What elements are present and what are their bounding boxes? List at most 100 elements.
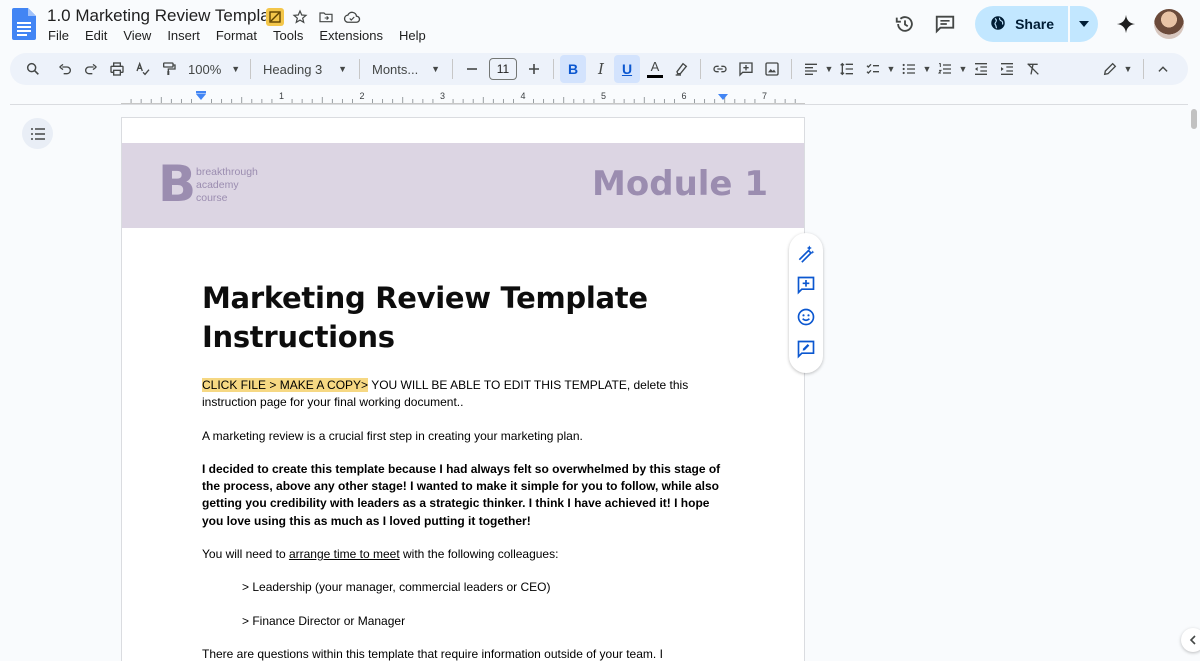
brand-logo: B [158, 155, 197, 213]
chevron-down-icon[interactable]: ▼ [922, 55, 932, 83]
add-comment-icon[interactable] [796, 275, 816, 300]
paragraph-text: with the following colleagues: [399, 547, 559, 562]
paint-format-icon[interactable] [156, 55, 182, 83]
first-line-indent-marker[interactable] [196, 91, 206, 94]
ruler-label: 1 [279, 91, 284, 101]
document-title[interactable]: 1.0 Marketing Review Template [47, 6, 284, 26]
heading-line: Marketing Review Template [202, 281, 648, 315]
brand-name: breakthrough academy course [196, 166, 258, 205]
share-dropdown-button[interactable] [1070, 6, 1098, 42]
paragraph-text: You will need to [202, 547, 289, 562]
move-folder-icon[interactable] [316, 7, 336, 27]
outline-list-icon [30, 127, 45, 140]
toolbar-divider [1143, 59, 1144, 79]
side-panel-toggle[interactable] [1181, 628, 1200, 652]
right-indent-marker[interactable] [718, 94, 728, 100]
globe-icon [989, 14, 1007, 35]
ruler-label: 3 [440, 91, 445, 101]
editing-mode-button[interactable]: ▼ [1097, 55, 1137, 83]
numbered-list-icon[interactable] [932, 55, 958, 83]
module-title: Module 1 [592, 164, 768, 204]
menu-insert[interactable]: Insert [159, 27, 208, 45]
zoom-select[interactable]: 100% ▼ [182, 62, 244, 77]
decrease-font-size-icon[interactable] [459, 55, 485, 83]
menu-bar: File Edit View Insert Format Tools Exten… [40, 27, 434, 45]
header-banner: B breakthrough academy course Module 1 [122, 143, 804, 228]
help-me-write-icon[interactable] [796, 243, 816, 268]
horizontal-ruler[interactable]: 1 2 3 4 5 6 7 [121, 90, 805, 104]
emoji-reaction-icon[interactable] [796, 307, 816, 332]
redo-icon[interactable] [78, 55, 104, 83]
highlight-color-icon[interactable] [668, 55, 694, 83]
account-avatar[interactable] [1154, 9, 1184, 39]
chevron-down-icon[interactable]: ▼ [824, 55, 834, 83]
font-family-value: Monts... [372, 61, 419, 77]
docs-logo-icon[interactable] [12, 8, 36, 40]
vertical-scrollbar[interactable] [1188, 105, 1200, 661]
text-color-label: A [650, 58, 660, 74]
decrease-indent-icon[interactable] [968, 55, 994, 83]
undo-icon[interactable] [52, 55, 78, 83]
comments-icon[interactable] [925, 6, 965, 42]
paragraph-intro: A marketing review is a crucial first st… [202, 428, 583, 443]
line-spacing-icon[interactable] [834, 55, 860, 83]
paragraph-style-select[interactable]: Heading 3 ▼ [257, 62, 353, 77]
list-item: > Finance Director or Manager [242, 613, 406, 628]
checklist-icon[interactable] [860, 55, 886, 83]
menu-format[interactable]: Format [208, 27, 265, 45]
history-icon[interactable] [885, 6, 925, 42]
scrollbar-thumb[interactable] [1191, 109, 1197, 129]
clear-formatting-icon[interactable] [1020, 55, 1046, 83]
insert-link-icon[interactable] [707, 55, 733, 83]
align-left-icon[interactable] [798, 55, 824, 83]
chevron-down-icon: ▼ [231, 64, 241, 74]
paragraph-colleagues: You will need to arrange time to meet wi… [202, 546, 722, 563]
print-icon[interactable] [104, 55, 130, 83]
increase-font-size-icon[interactable] [521, 55, 547, 83]
menu-extensions[interactable]: Extensions [311, 27, 391, 45]
share-button-group: Share [975, 6, 1098, 42]
paragraph-bold-note: I decided to create this template becaus… [202, 461, 721, 528]
menu-edit[interactable]: Edit [77, 27, 115, 45]
menu-file[interactable]: File [40, 27, 77, 45]
spellcheck-icon[interactable] [130, 55, 156, 83]
toolbar-divider [700, 59, 701, 79]
document-page[interactable]: B breakthrough academy course Module 1 M… [121, 117, 805, 661]
drive-badge-icon[interactable] [266, 8, 284, 26]
suggest-edits-icon[interactable] [796, 339, 816, 364]
left-indent-marker[interactable] [196, 94, 206, 100]
share-button[interactable]: Share [975, 6, 1068, 42]
insert-image-icon[interactable] [759, 55, 785, 83]
font-size-input[interactable]: 11 [489, 58, 517, 80]
chevron-down-icon: ▼ [431, 64, 440, 74]
menu-help[interactable]: Help [391, 27, 434, 45]
bold-button[interactable]: B [560, 55, 586, 83]
toolbar-divider [250, 59, 251, 79]
cloud-saved-icon[interactable] [342, 7, 362, 27]
document-body[interactable]: Marketing Review Template Instructions C… [202, 279, 722, 661]
font-family-select[interactable]: Monts... ▼ [366, 62, 446, 77]
collapse-menus-icon[interactable] [1150, 55, 1176, 83]
menu-tools[interactable]: Tools [265, 27, 311, 45]
chevron-down-icon[interactable]: ▼ [958, 55, 968, 83]
ruler-label: 4 [520, 91, 525, 101]
bulleted-list-icon[interactable] [896, 55, 922, 83]
chevron-down-icon[interactable]: ▼ [886, 55, 896, 83]
increase-indent-icon[interactable] [994, 55, 1020, 83]
toolbar-divider [791, 59, 792, 79]
toolbar-divider [359, 59, 360, 79]
ruler-divider [10, 104, 1188, 105]
toolbar-divider [452, 59, 453, 79]
underline-button[interactable]: U [614, 55, 640, 83]
formatting-toolbar: 100% ▼ Heading 3 ▼ Monts... ▼ 11 B I U A… [10, 53, 1188, 85]
pencil-icon [1103, 62, 1116, 76]
add-comment-icon[interactable] [733, 55, 759, 83]
italic-button[interactable]: I [588, 55, 614, 83]
gemini-icon[interactable] [1106, 6, 1146, 42]
document-outline-button[interactable] [22, 118, 53, 149]
menu-view[interactable]: View [115, 27, 159, 45]
star-icon[interactable] [290, 7, 310, 27]
paragraph-questions: There are questions within this template… [202, 646, 663, 661]
search-menus-icon[interactable] [20, 55, 46, 83]
text-color-button[interactable]: A [642, 55, 668, 83]
